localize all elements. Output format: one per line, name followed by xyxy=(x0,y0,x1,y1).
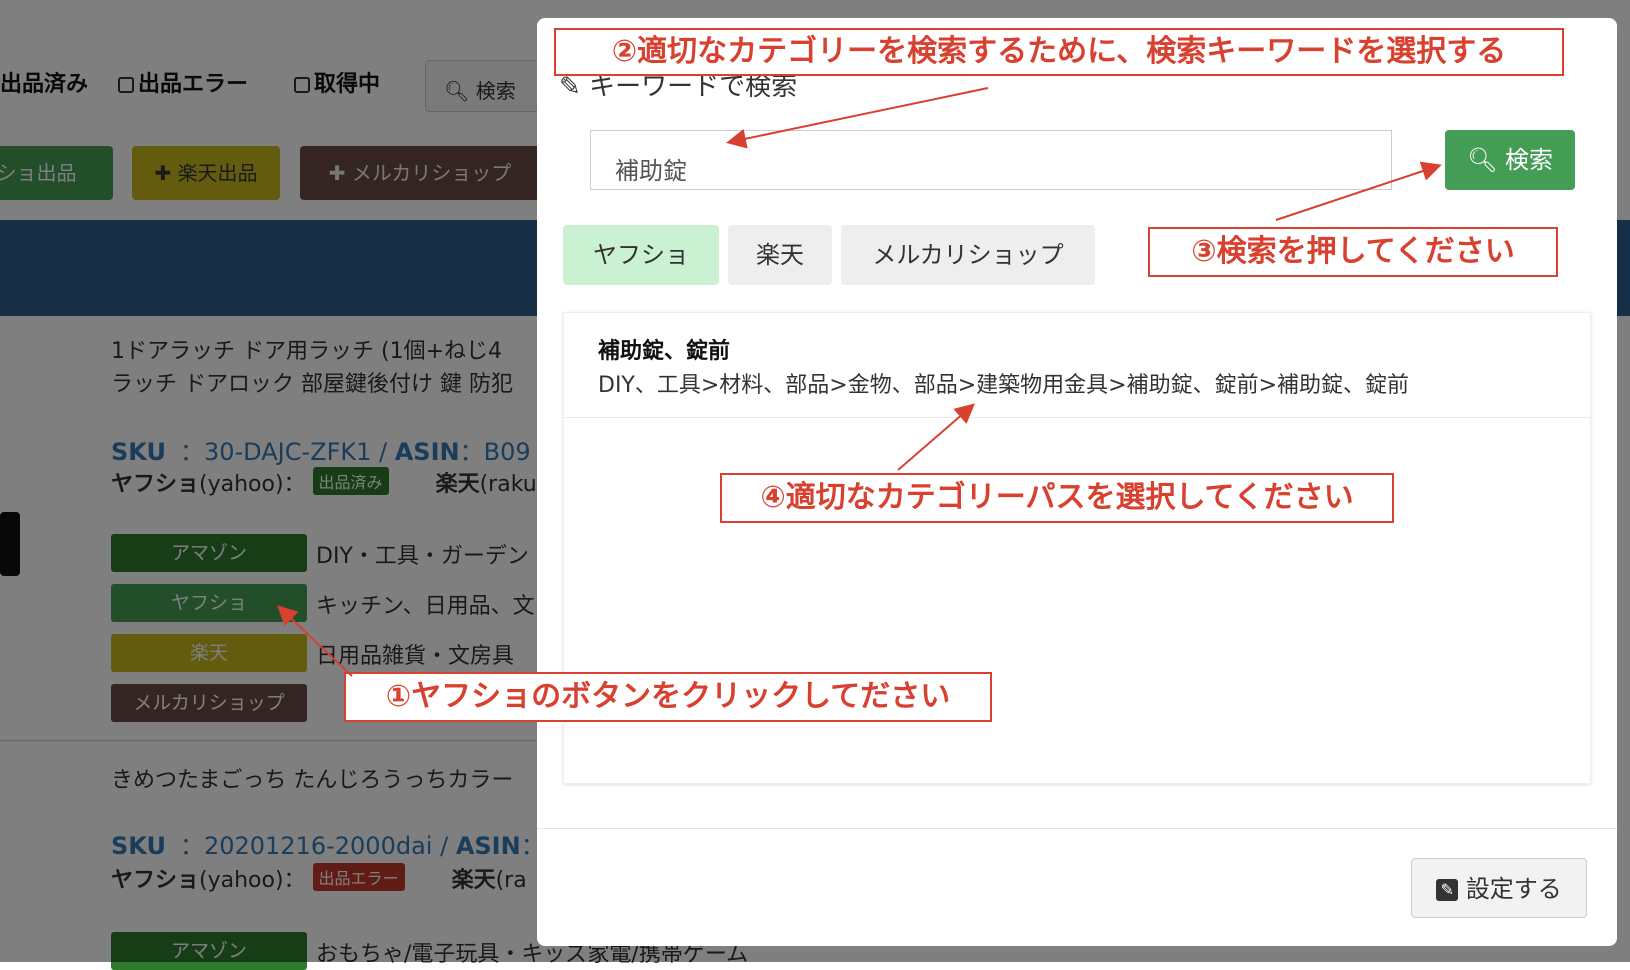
arrow-step4 xyxy=(897,403,976,471)
arrow-step3 xyxy=(1275,161,1442,221)
arrow-step1 xyxy=(277,605,353,677)
annotation-arrows xyxy=(277,87,1442,677)
arrow-step2 xyxy=(726,87,989,149)
